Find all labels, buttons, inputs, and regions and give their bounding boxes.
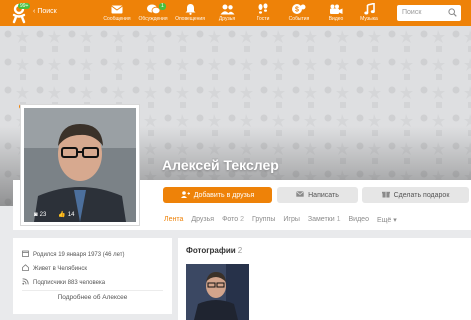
tab-friends[interactable]: Друзья: [191, 216, 214, 224]
write-message-button[interactable]: Написать: [277, 187, 358, 203]
discussions-count-badge: 1: [159, 3, 166, 10]
add-friend-label: Добавить в друзья: [193, 191, 255, 199]
rss-icon: [22, 278, 29, 287]
camera-icon: ◙: [34, 211, 38, 218]
avatar-likes-count[interactable]: 👍 14: [58, 211, 75, 219]
music-note-icon: [347, 2, 391, 16]
chevron-down-icon: ▾: [393, 217, 397, 224]
birthday-text: Родился 19 января 1973 (46 лет): [33, 251, 125, 258]
photos-count: 2: [237, 246, 243, 255]
tab-label: Группы: [252, 216, 276, 223]
photos-heading[interactable]: Фотографии 2: [186, 246, 242, 255]
gift-label: Сделать подарок: [393, 191, 450, 199]
add-friend-button[interactable]: Добавить в друзья: [163, 187, 272, 203]
likes-count: 14: [67, 211, 75, 218]
tab-label: Игры: [283, 216, 300, 223]
photos-count: 23: [39, 211, 47, 218]
tab-games[interactable]: Игры: [283, 216, 300, 224]
subscribers-text[interactable]: Подписчики 883 человека: [33, 280, 105, 286]
tab-count: 2: [240, 216, 245, 223]
profile-info-panel: Родился 19 января 1973 (46 лет) Живет в …: [13, 238, 172, 314]
tab-photos[interactable]: Фото 2: [222, 216, 244, 224]
top-bar: 99+ ‹ Поиск Сообщения 1 Обсуждения Опове…: [0, 0, 471, 26]
add-user-icon: [180, 190, 190, 200]
back-to-search-link[interactable]: ‹ Поиск: [33, 8, 57, 15]
info-divider: [22, 290, 163, 291]
search-input[interactable]: Поиск: [397, 5, 461, 21]
thumbs-up-icon: 👍: [58, 212, 66, 218]
info-location: Живет в Челябинск: [22, 264, 87, 273]
search-icon: [448, 8, 457, 17]
photo-thumbnail[interactable]: [186, 264, 249, 320]
info-subscribers: Подписчики 883 человека: [22, 278, 105, 287]
profile-name: Алексей Текслер: [162, 157, 279, 173]
tab-label: Заметки: [307, 216, 335, 223]
photos-title: Фотографии: [186, 246, 236, 255]
tab-more[interactable]: Ещё ▾: [377, 216, 397, 224]
svg-text:$: $: [295, 7, 299, 14]
avatar-stats: ◙ 23 👍 14: [34, 211, 75, 219]
tab-label: Фото: [222, 216, 239, 223]
chevron-left-icon: ‹: [33, 8, 36, 15]
tab-video[interactable]: Видео: [349, 216, 369, 224]
photos-panel: Фотографии 2: [178, 238, 471, 320]
tab-label: Лента: [164, 216, 184, 223]
notification-count-badge: 99+: [18, 3, 31, 9]
gift-icon: [381, 190, 390, 200]
calendar-icon: [22, 250, 29, 259]
tab-notes[interactable]: Заметки 1: [308, 216, 341, 224]
back-label: Поиск: [37, 8, 57, 15]
profile-tabs: Лента Друзья Фото 2 Группы Игры Заметки …: [164, 216, 397, 224]
nav-label: Музыка: [360, 16, 378, 22]
avatar-photos-count[interactable]: ◙ 23: [34, 211, 46, 218]
location-text[interactable]: Живет в Челябинск: [33, 266, 87, 272]
envelope-icon: [296, 191, 305, 199]
tab-count: 1: [336, 216, 341, 223]
tab-label: Друзья: [191, 216, 215, 223]
write-label: Написать: [308, 191, 339, 199]
avatar[interactable]: ◙ 23 👍 14: [20, 104, 140, 226]
tab-feed[interactable]: Лента: [164, 216, 183, 224]
avatar-photo: ◙ 23 👍 14: [24, 108, 136, 222]
more-about-link[interactable]: Подробнее об Алексее: [13, 294, 172, 301]
home-icon: [22, 264, 29, 273]
search-placeholder: Поиск: [402, 9, 422, 16]
nav-music[interactable]: Музыка: [347, 2, 391, 23]
tab-label: Ещё: [376, 217, 392, 224]
info-birthday: Родился 19 января 1973 (46 лет): [22, 250, 125, 259]
tab-label: Видео: [348, 216, 369, 223]
make-gift-button[interactable]: Сделать подарок: [362, 187, 469, 203]
tab-groups[interactable]: Группы: [252, 216, 275, 224]
